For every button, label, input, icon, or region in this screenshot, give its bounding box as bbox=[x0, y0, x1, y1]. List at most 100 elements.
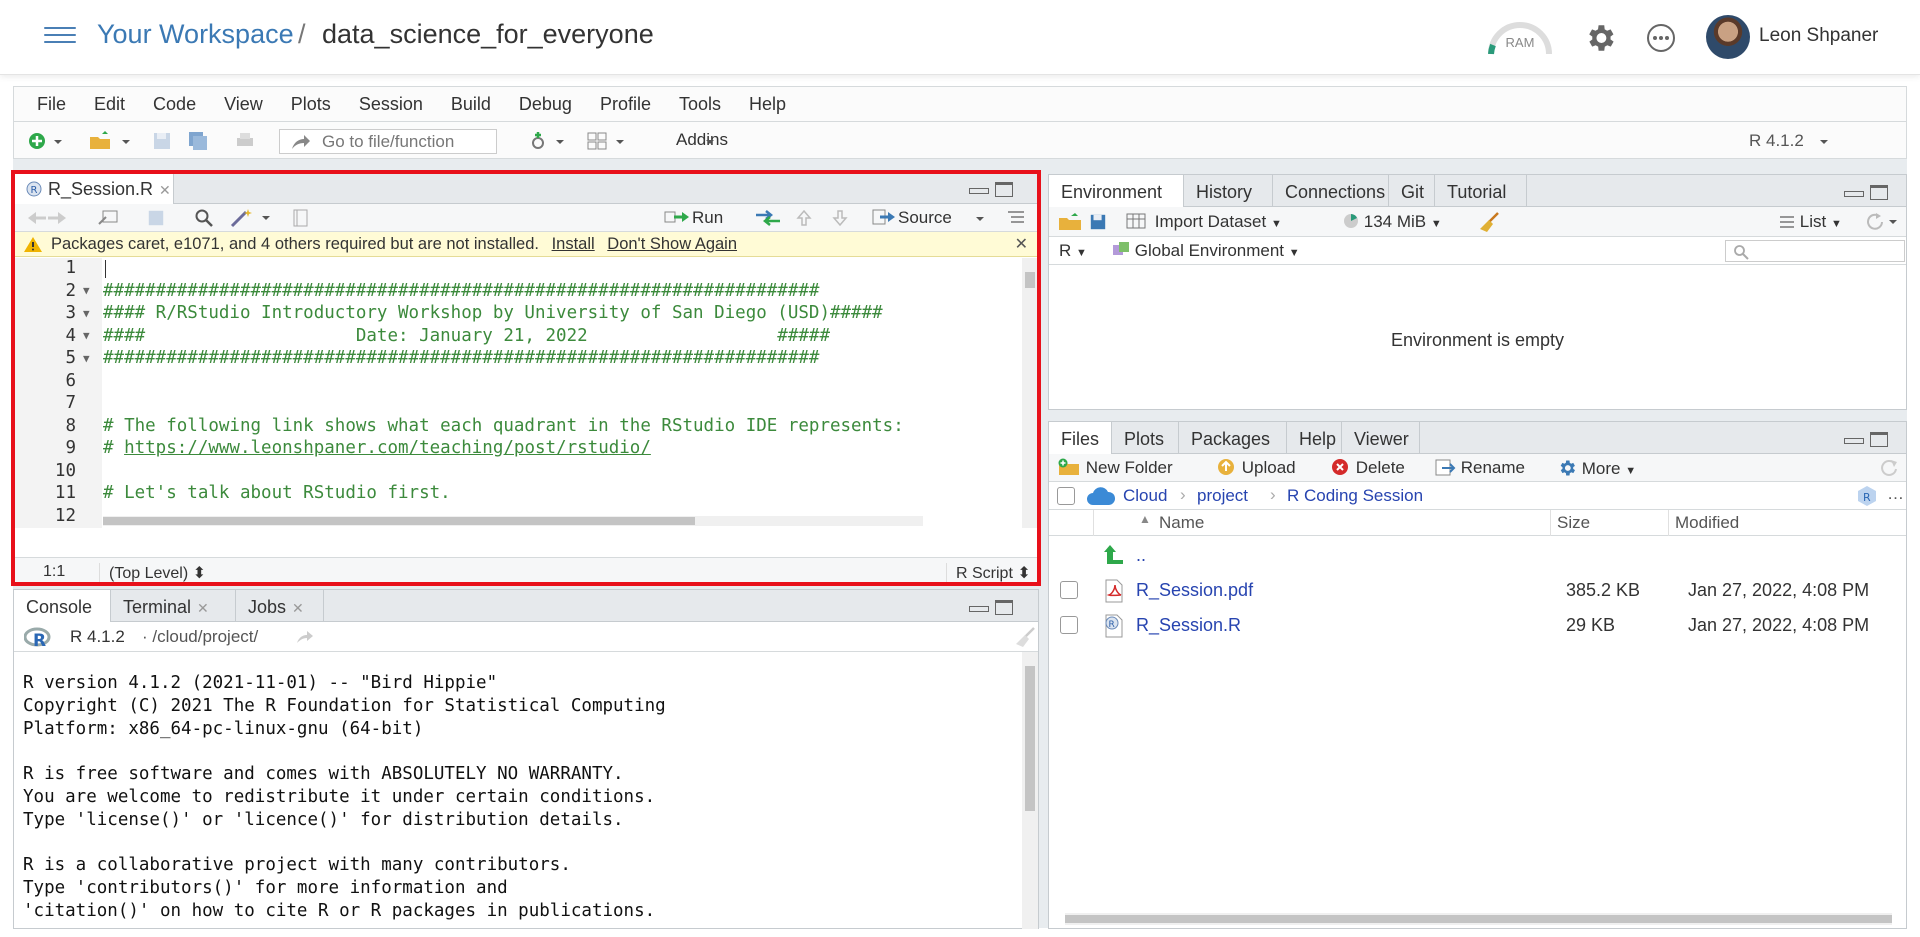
install-packages-link[interactable]: Install bbox=[552, 235, 595, 253]
pane-layout-icon[interactable] bbox=[586, 131, 608, 151]
tab-files[interactable]: Files bbox=[1049, 422, 1112, 455]
parent-directory-link[interactable]: .. bbox=[1136, 545, 1146, 566]
file-row[interactable]: R R_Session.R 29 KB Jan 27, 2022, 4:08 P… bbox=[1049, 608, 1906, 643]
file-type-menu[interactable]: R Script ⬍ bbox=[946, 563, 1031, 583]
refresh-environment-icon[interactable] bbox=[1862, 212, 1898, 232]
go-to-next-section-icon[interactable] bbox=[831, 209, 849, 227]
menu-plots[interactable]: Plots bbox=[291, 94, 331, 115]
code-scope-menu[interactable]: (Top Level) ⬍ bbox=[99, 563, 206, 583]
r-project-icon[interactable]: R bbox=[1856, 485, 1878, 507]
show-in-window-icon[interactable] bbox=[97, 209, 119, 227]
console-minimize-maximize[interactable] bbox=[969, 600, 1013, 616]
run-button[interactable]: Run bbox=[664, 208, 723, 228]
save-all-icon[interactable] bbox=[187, 131, 209, 151]
editor-save-icon[interactable] bbox=[147, 209, 165, 227]
tab-viewer[interactable]: Viewer bbox=[1342, 422, 1420, 454]
ram-gauge[interactable]: RAM bbox=[1485, 18, 1555, 56]
memory-usage-menu[interactable]: 134 MiB ▼ bbox=[1343, 212, 1442, 232]
file-checkbox[interactable] bbox=[1060, 581, 1078, 599]
tab-plots[interactable]: Plots bbox=[1112, 422, 1179, 454]
menu-profile[interactable]: Profile bbox=[600, 94, 651, 115]
language-menu[interactable]: R ▼ bbox=[1059, 241, 1087, 261]
console-scrollbar[interactable] bbox=[1022, 652, 1038, 929]
settings-gear-icon[interactable] bbox=[1583, 21, 1617, 55]
working-directory[interactable]: · /cloud/project/ bbox=[142, 627, 258, 647]
console-output[interactable]: R version 4.1.2 (2021-11-01) -- "Bird Hi… bbox=[23, 672, 666, 923]
tab-r-session[interactable]: R R_Session.R ✕ bbox=[14, 172, 174, 205]
environment-minimize-maximize[interactable] bbox=[1844, 185, 1888, 201]
print-icon[interactable] bbox=[234, 131, 256, 151]
addins-dropdown-icon[interactable] bbox=[704, 131, 716, 151]
column-name[interactable]: Name bbox=[1159, 513, 1204, 533]
tab-packages[interactable]: Packages bbox=[1179, 422, 1287, 454]
tab-jobs[interactable]: Jobs ✕ bbox=[236, 590, 324, 622]
menu-file[interactable]: File bbox=[37, 94, 66, 115]
close-terminal-icon[interactable]: ✕ bbox=[197, 600, 209, 616]
sort-ascending-icon[interactable]: ▲ bbox=[1139, 512, 1151, 526]
environment-search-input[interactable] bbox=[1725, 240, 1905, 262]
upload-button[interactable]: Upload bbox=[1217, 458, 1296, 478]
close-jobs-icon[interactable]: ✕ bbox=[292, 600, 304, 616]
r-version-dropdown-icon[interactable] bbox=[1818, 131, 1830, 151]
workspace-link[interactable]: Your Workspace bbox=[97, 19, 294, 50]
new-file-icon[interactable] bbox=[26, 131, 48, 151]
tab-git[interactable]: Git bbox=[1389, 175, 1435, 207]
tab-history[interactable]: History bbox=[1184, 175, 1273, 207]
menu-view[interactable]: View bbox=[224, 94, 263, 115]
new-file-dropdown-icon[interactable] bbox=[52, 131, 64, 151]
column-size[interactable]: Size bbox=[1550, 510, 1590, 536]
menu-debug[interactable]: Debug bbox=[519, 94, 572, 115]
editor-vertical-scrollbar[interactable] bbox=[1022, 258, 1038, 528]
user-name[interactable]: Leon Shpaner bbox=[1759, 25, 1878, 47]
document-outline-icon[interactable] bbox=[1007, 210, 1025, 226]
menu-build[interactable]: Build bbox=[451, 94, 491, 115]
new-folder-button[interactable]: New Folder bbox=[1057, 458, 1173, 478]
back-forward-icon[interactable] bbox=[26, 210, 68, 226]
file-name-link[interactable]: R_Session.pdf bbox=[1136, 580, 1253, 601]
open-file-icon[interactable] bbox=[88, 131, 116, 151]
refresh-files-icon[interactable] bbox=[1879, 458, 1899, 478]
dismiss-warning-icon[interactable]: ✕ bbox=[1015, 234, 1028, 254]
vcs-dropdown-icon[interactable] bbox=[554, 131, 566, 151]
open-dropdown-icon[interactable] bbox=[120, 131, 132, 151]
go-to-directory-icon[interactable] bbox=[296, 630, 314, 644]
files-minimize-maximize[interactable] bbox=[1844, 432, 1888, 448]
clear-workspace-broom-icon[interactable] bbox=[1478, 211, 1500, 233]
addins-menu[interactable]: Addins bbox=[676, 130, 728, 150]
code-tools-dropdown-icon[interactable] bbox=[260, 212, 272, 224]
source-dropdown-icon[interactable] bbox=[974, 213, 986, 225]
user-avatar[interactable] bbox=[1706, 15, 1750, 59]
code-tools-wand-icon[interactable] bbox=[229, 208, 255, 228]
breadcrumb-overflow-icon[interactable]: … bbox=[1887, 484, 1904, 504]
tab-tutorial[interactable]: Tutorial bbox=[1435, 175, 1527, 207]
delete-button[interactable]: Delete bbox=[1331, 458, 1405, 478]
breadcrumb-cloud[interactable]: Cloud bbox=[1123, 486, 1167, 506]
load-workspace-icon[interactable] bbox=[1057, 212, 1085, 232]
global-environment-menu[interactable]: Global Environment ▼ bbox=[1112, 241, 1300, 261]
tab-console[interactable]: Console bbox=[14, 590, 111, 623]
dont-show-again-link[interactable]: Don't Show Again bbox=[607, 235, 737, 253]
menu-edit[interactable]: Edit bbox=[94, 94, 125, 115]
rerun-icon[interactable] bbox=[754, 210, 782, 226]
code-editor[interactable]: 1 2 3 4 5 6 7 8 9 10 11 12 13 ▼ ▼ ▼ ▼ ##… bbox=[14, 258, 1022, 528]
column-modified[interactable]: Modified bbox=[1668, 510, 1739, 536]
select-all-checkbox[interactable] bbox=[1057, 487, 1075, 505]
horizontal-scrollbar[interactable] bbox=[103, 516, 923, 526]
editor-minimize-maximize[interactable] bbox=[969, 182, 1013, 198]
menu-session[interactable]: Session bbox=[359, 94, 423, 115]
clear-console-broom-icon[interactable] bbox=[1014, 626, 1036, 648]
more-options-icon[interactable] bbox=[1645, 22, 1677, 54]
import-dataset-button[interactable]: Import Dataset ▼ bbox=[1126, 212, 1282, 232]
r-version-menu[interactable]: R 4.1.2 bbox=[1749, 131, 1804, 151]
save-icon[interactable] bbox=[151, 131, 173, 151]
tab-help[interactable]: Help bbox=[1287, 422, 1342, 454]
file-row-parent[interactable]: .. bbox=[1049, 538, 1906, 573]
fold-arrow-icon[interactable]: ▼ bbox=[83, 284, 90, 297]
git-commit-icon[interactable] bbox=[527, 131, 549, 151]
breadcrumb-project[interactable]: project bbox=[1197, 486, 1248, 506]
fold-arrow-icon[interactable]: ▼ bbox=[83, 329, 90, 342]
compile-report-icon[interactable] bbox=[292, 209, 310, 227]
menu-help[interactable]: Help bbox=[749, 94, 786, 115]
find-replace-icon[interactable] bbox=[194, 208, 214, 228]
rename-button[interactable]: Rename bbox=[1434, 458, 1525, 478]
